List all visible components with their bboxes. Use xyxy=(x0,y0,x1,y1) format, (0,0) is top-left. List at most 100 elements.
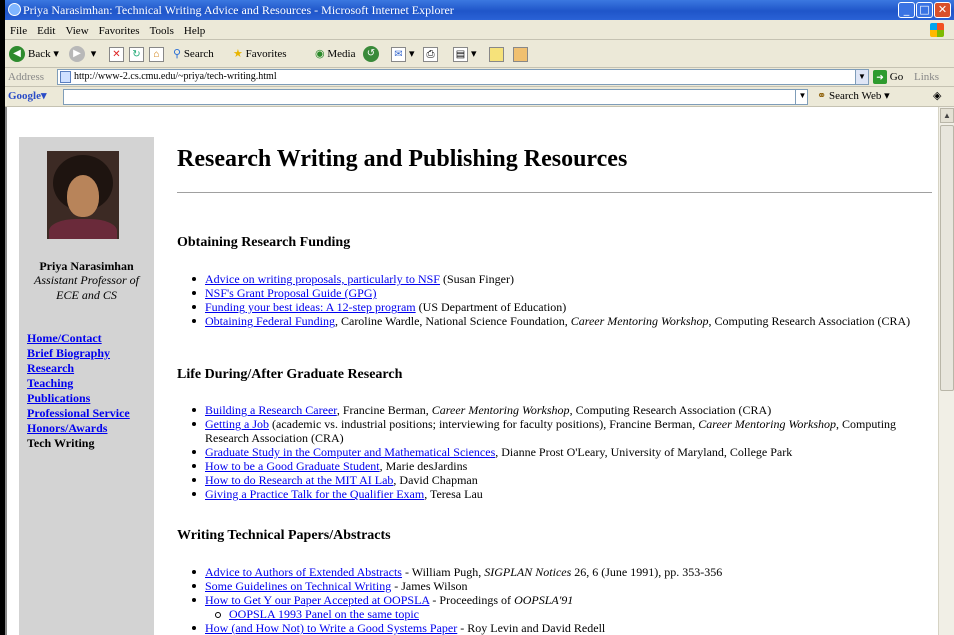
menu-bar: File Edit View Favorites Tools Help xyxy=(5,20,954,40)
forward-button[interactable]: ▶ ▾ xyxy=(69,44,96,64)
back-button[interactable]: ◀ Back ▾ xyxy=(9,44,59,64)
resource-list: Building a Research Career, Francine Ber… xyxy=(177,403,937,501)
page-icon xyxy=(60,71,71,83)
resource-link[interactable]: How to be a Good Graduate Student xyxy=(205,459,380,473)
media-icon: ◉ xyxy=(315,48,325,60)
menu-file[interactable]: File xyxy=(10,25,27,37)
menu-edit[interactable]: Edit xyxy=(37,25,55,37)
address-dropdown-icon[interactable]: ▼ xyxy=(855,69,869,85)
menu-view[interactable]: View xyxy=(65,25,88,37)
resource-link[interactable]: Graduate Study in the Computer and Mathe… xyxy=(205,445,495,459)
profile-role: Assistant Professor of ECE and CS xyxy=(34,273,139,302)
search-icon: ⚲ xyxy=(173,48,182,60)
list-item: Advice on writing proposals, particularl… xyxy=(177,272,937,286)
resource-link[interactable]: NSF's Grant Proposal Guide (GPG) xyxy=(205,286,377,300)
standard-toolbar: ◀ Back ▾ ▶ ▾ ✕ ↻ ⌂ ⚲ Search ★ Favorites ◉… xyxy=(5,40,954,68)
star-icon: ★ xyxy=(233,48,243,60)
resource-link[interactable]: Building a Research Career xyxy=(205,403,337,417)
window-titlebar[interactable]: Priya Narasimhan: Technical Writing Advi… xyxy=(5,0,954,20)
back-arrow-icon: ◀ xyxy=(9,46,25,63)
address-label: Address xyxy=(8,71,45,83)
address-input[interactable]: http://www-2.cs.cmu.edu/~priya/tech-writ… xyxy=(57,69,856,85)
scroll-thumb[interactable] xyxy=(940,125,954,391)
nav-professional-service[interactable]: Professional Service xyxy=(27,406,130,421)
section-heading: Obtaining Research Funding xyxy=(177,235,351,250)
stop-icon: ✕ xyxy=(109,46,124,62)
menu-favorites[interactable]: Favorites xyxy=(99,25,140,37)
edit-icon: ▤ xyxy=(453,46,468,62)
resource-link[interactable]: How to do Research at the MIT AI Lab xyxy=(205,473,393,487)
google-search-input[interactable] xyxy=(63,89,808,105)
list-item: How to do Research at the MIT AI Lab, Da… xyxy=(177,473,937,487)
pagerank-icon: ◈ xyxy=(933,90,942,102)
close-icon[interactable]: ✕ xyxy=(934,2,951,18)
list-item: Obtaining Federal Funding, Caroline Ward… xyxy=(177,314,937,328)
resource-list: Advice to Authors of Extended Abstracts … xyxy=(177,565,937,635)
discuss-button[interactable] xyxy=(489,44,507,64)
forward-arrow-icon: ▶ xyxy=(69,46,85,63)
home-button[interactable]: ⌂ xyxy=(149,44,167,64)
list-item: Graduate Study in the Computer and Mathe… xyxy=(177,445,937,459)
history-icon: ↺ xyxy=(363,46,379,63)
search-button[interactable]: ⚲ Search xyxy=(173,44,214,64)
nav-brief-biography[interactable]: Brief Biography xyxy=(27,346,130,361)
edit-button[interactable]: ▤ ▾ xyxy=(453,44,477,64)
resource-link[interactable]: Some Guidelines on Technical Writing xyxy=(205,579,391,593)
nav-honors-awards[interactable]: Honors/Awards xyxy=(27,421,130,436)
section-heading: Writing Technical Papers/Abstracts xyxy=(177,528,391,543)
window-title: Priya Narasimhan: Technical Writing Advi… xyxy=(23,3,454,17)
list-item: OOPSLA 1993 Panel on the same topic xyxy=(177,607,937,621)
maximize-icon[interactable]: □ xyxy=(916,2,933,18)
profile-name: Priya Narasimhan xyxy=(39,259,134,273)
scroll-up-icon[interactable]: ▲ xyxy=(940,108,954,123)
favorites-button[interactable]: ★ Favorites xyxy=(233,44,287,64)
nav-tech-writing-current: Tech Writing xyxy=(27,436,95,450)
list-item: Getting a Job (academic vs. industrial p… xyxy=(177,417,937,445)
sidebar: Priya Narasimhan Assistant Professor of … xyxy=(19,137,154,635)
messenger-button[interactable] xyxy=(513,44,531,64)
list-item: Giving a Practice Talk for the Qualifier… xyxy=(177,487,937,501)
search-web-button[interactable]: ⚭ Search Web ▾ xyxy=(817,87,890,105)
resource-link[interactable]: How (and How Not) to Write a Good System… xyxy=(205,621,457,635)
home-icon: ⌂ xyxy=(149,46,164,62)
resource-link[interactable]: Advice on writing proposals, particularl… xyxy=(205,272,440,286)
google-logo[interactable]: Google▾ xyxy=(8,87,47,105)
mail-icon: ✉ xyxy=(391,46,406,62)
vertical-scrollbar[interactable]: ▲ xyxy=(938,107,954,635)
go-arrow-icon: ➜ xyxy=(873,70,887,85)
resource-link[interactable]: Giving a Practice Talk for the Qualifier… xyxy=(205,487,424,501)
nav-research[interactable]: Research xyxy=(27,361,130,376)
history-button[interactable]: ↺ xyxy=(363,44,382,64)
refresh-icon: ↻ xyxy=(129,46,144,62)
minimize-icon[interactable]: _ xyxy=(898,2,915,18)
resource-link[interactable]: OOPSLA 1993 Panel on the same topic xyxy=(229,607,419,621)
google-dropdown-icon[interactable]: ▼ xyxy=(795,89,809,105)
nav-teaching[interactable]: Teaching xyxy=(27,376,130,391)
menu-tools[interactable]: Tools xyxy=(150,25,174,37)
media-button[interactable]: ◉ Media xyxy=(315,44,355,64)
stop-button[interactable]: ✕ xyxy=(109,44,127,64)
nav-home-contact[interactable]: Home/Contact xyxy=(27,331,130,346)
refresh-button[interactable]: ↻ xyxy=(129,44,147,64)
resource-link[interactable]: How to Get Y our Paper Accepted at OOPSL… xyxy=(205,593,429,607)
sidebar-nav: Home/Contact Brief Biography Research Te… xyxy=(27,331,130,451)
binoculars-icon: ⚭ xyxy=(817,90,827,102)
page-title: Research Writing and Publishing Resource… xyxy=(177,146,628,172)
print-icon: ⎙ xyxy=(423,46,438,62)
list-item: Funding your best ideas: A 12-step progr… xyxy=(177,300,937,314)
print-button[interactable]: ⎙ xyxy=(423,44,441,64)
resource-link[interactable]: Getting a Job xyxy=(205,417,269,431)
folder-icon xyxy=(489,46,504,62)
resource-link[interactable]: Funding your best ideas: A 12-step progr… xyxy=(205,300,416,314)
resource-link[interactable]: Obtaining Federal Funding xyxy=(205,314,335,328)
mail-button[interactable]: ✉ ▾ xyxy=(391,44,415,64)
links-button[interactable]: Links xyxy=(914,68,939,86)
resource-link[interactable]: Advice to Authors of Extended Abstracts xyxy=(205,565,402,579)
list-item: How to be a Good Graduate Student, Marie… xyxy=(177,459,937,473)
messenger-icon xyxy=(513,46,528,62)
address-bar: Address http://www-2.cs.cmu.edu/~priya/t… xyxy=(5,68,954,87)
nav-publications[interactable]: Publications xyxy=(27,391,130,406)
list-item: How (and How Not) to Write a Good System… xyxy=(177,621,937,635)
menu-help[interactable]: Help xyxy=(184,25,205,37)
go-button[interactable]: ➜ Go xyxy=(873,68,903,86)
